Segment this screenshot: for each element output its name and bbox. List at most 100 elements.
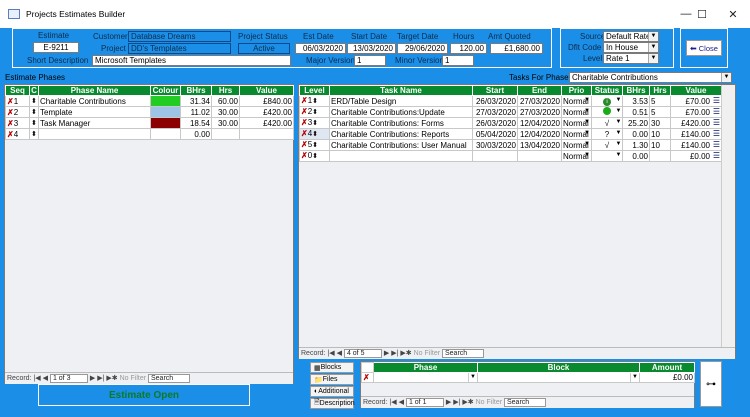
start-cell[interactable]: 26/03/2020 <box>472 117 518 129</box>
col-prio[interactable]: Prio <box>561 85 592 96</box>
chevron-down-icon[interactable]: ▼ <box>615 130 622 139</box>
col-c[interactable]: C <box>29 85 39 96</box>
new-record-button[interactable]: ▶✱ <box>104 375 119 382</box>
chevron-down-icon[interactable]: ▼ <box>468 373 477 382</box>
details-icon[interactable]: ☰ <box>713 119 720 128</box>
chevron-down-icon[interactable]: ▼ <box>584 108 591 117</box>
start-cell[interactable] <box>472 150 518 162</box>
hrs-cell[interactable] <box>211 128 240 140</box>
no-filter-button[interactable]: No Filter <box>120 375 146 382</box>
short-description-field[interactable]: Microsoft Templates <box>92 55 291 66</box>
col-phase-name[interactable]: Phase Name <box>38 85 151 96</box>
phase-name-cell[interactable]: Task Manager <box>38 117 151 129</box>
chevron-down-icon[interactable]: ▼ <box>584 130 591 139</box>
project-status-field[interactable]: Active <box>238 43 290 54</box>
table-row[interactable]: ✗1 ⬍ Charitable Contributions 31.34 60.00 £84… <box>5 95 294 107</box>
chevron-down-icon[interactable]: ▼ <box>648 32 658 41</box>
delete-record-icon[interactable]: ✗ <box>301 108 308 117</box>
hrs-cell[interactable]: 30.00 <box>211 117 240 129</box>
row-selector[interactable]: ✗5⬍ <box>299 139 330 151</box>
search-input[interactable]: Search <box>504 397 546 407</box>
end-cell[interactable]: 13/04/2020 <box>517 139 562 151</box>
task-name-cell[interactable]: Charitable Contributions: Reports <box>329 128 473 140</box>
status-dropdown[interactable]: ▼ <box>591 150 623 162</box>
col-start[interactable]: Start <box>472 85 518 96</box>
no-filter-button[interactable]: No Filter <box>414 350 440 357</box>
phase-dropdown[interactable]: ▼ <box>373 372 478 383</box>
hours-field[interactable]: 120.00 <box>450 43 487 54</box>
table-row[interactable]: ✗5⬍ Charitable Contributions: User Manual… <box>299 139 722 151</box>
move-cell[interactable]: ⬍ <box>29 95 39 107</box>
block-dropdown[interactable]: ▼ <box>477 372 640 383</box>
col-colour[interactable]: Colour <box>150 85 181 96</box>
chevron-down-icon[interactable]: ▼ <box>584 141 591 150</box>
amount-cell[interactable]: £0.00 <box>639 372 695 383</box>
row-selector[interactable]: ✗3⬍ <box>299 117 330 129</box>
row-selector[interactable]: ✗2 <box>5 106 30 118</box>
col-value[interactable]: Value <box>670 85 722 96</box>
col-seq[interactable]: Seq <box>5 85 30 96</box>
end-cell[interactable]: 12/04/2020 <box>517 117 562 129</box>
col-bhrs[interactable]: BHrs <box>180 85 212 96</box>
end-cell[interactable]: 27/03/2020 <box>517 95 562 107</box>
customer-field[interactable]: Database Dreams <box>128 31 231 42</box>
prio-dropdown[interactable]: Normal ▼ <box>561 150 592 162</box>
move-arrows-icon[interactable]: ⬍ <box>31 120 37 127</box>
start-date-field[interactable]: 13/03/2020 <box>347 43 396 54</box>
delete-record-icon[interactable]: ✗ <box>301 141 308 150</box>
delete-record-icon[interactable]: ✗ <box>7 97 14 106</box>
table-row[interactable]: ✗2 ⬍ Template 11.02 30.00 £420.00 <box>5 106 294 118</box>
task-name-cell[interactable]: Charitable Contributions:Update <box>329 106 473 118</box>
chevron-down-icon[interactable]: ▼ <box>615 97 622 106</box>
chevron-down-icon[interactable]: ▼ <box>584 119 591 128</box>
details-icon[interactable]: ☰ <box>713 152 720 161</box>
task-name-cell[interactable]: ERD/Table Design <box>329 95 473 107</box>
table-row[interactable]: ✗0⬍ Normal ▼ ▼ 0.00 £0.00 ☰ <box>299 150 722 162</box>
tasks-for-phase-dropdown[interactable]: Charitable Contributions ▼ <box>569 72 732 83</box>
record-position[interactable]: 1 of 3 <box>49 373 88 383</box>
hrs-cell[interactable]: 5 <box>649 95 671 107</box>
col-status[interactable]: Status <box>591 85 623 96</box>
prio-dropdown[interactable]: Normal ▼ <box>561 95 592 107</box>
chevron-down-icon[interactable]: ▼ <box>615 108 622 117</box>
table-row[interactable]: ✗4 ⬍ 0.00 <box>5 128 294 140</box>
phase-name-cell[interactable]: Template <box>38 106 151 118</box>
first-record-button[interactable]: |◀ <box>33 375 42 382</box>
close-button[interactable]: ⬅ Close <box>686 40 722 56</box>
row-selector[interactable]: ✗0⬍ <box>299 150 330 162</box>
delete-record-icon[interactable]: ✗ <box>301 130 308 139</box>
table-row[interactable]: ✗4⬍ Charitable Contributions: Reports 05/0… <box>299 128 722 140</box>
hrs-cell[interactable]: 30 <box>649 117 671 129</box>
hrs-cell[interactable]: 10 <box>649 139 671 151</box>
prev-record-button[interactable]: ◀ <box>399 399 406 406</box>
col-phase[interactable]: Phase <box>373 362 478 373</box>
chevron-down-icon[interactable]: ▼ <box>615 141 622 150</box>
status-dropdown[interactable]: i ▼ <box>591 95 623 107</box>
first-record-button[interactable]: |◀ <box>389 399 398 406</box>
chevron-down-icon[interactable]: ▼ <box>721 73 731 82</box>
start-cell[interactable]: 30/03/2020 <box>472 139 518 151</box>
start-cell[interactable]: 05/04/2020 <box>472 128 518 140</box>
record-position[interactable]: 4 of 5 <box>343 348 382 358</box>
source-dropdown[interactable]: Default Rate ▼ <box>603 31 659 42</box>
move-arrows-icon[interactable]: ⬍ <box>312 142 318 149</box>
chevron-down-icon[interactable]: ▼ <box>615 152 622 161</box>
structure-button[interactable]: ⊶ <box>700 361 722 407</box>
table-row[interactable]: ✗3 ⬍ Task Manager 18.54 30.00 £420.00 <box>5 117 294 129</box>
table-row[interactable]: ✗2⬍ Charitable Contributions:Update 27/03/… <box>299 106 722 118</box>
col-amount[interactable]: Amount <box>639 362 695 373</box>
move-cell[interactable]: ⬍ <box>29 128 39 140</box>
details-icon[interactable]: ☰ <box>713 97 720 106</box>
close-window-button[interactable]: ✕ <box>718 4 748 24</box>
chevron-down-icon[interactable]: ▼ <box>648 43 658 52</box>
prev-record-button[interactable]: ◀ <box>43 375 50 382</box>
phase-name-cell[interactable] <box>38 128 151 140</box>
colour-cell[interactable] <box>150 106 181 118</box>
level-dropdown[interactable]: Rate 1 ▼ <box>603 53 659 64</box>
new-record-button[interactable]: ▶✱ <box>460 399 475 406</box>
phase-name-cell[interactable]: Charitable Contributions <box>38 95 151 107</box>
col-hrs[interactable]: Hrs <box>211 85 240 96</box>
minor-version-field[interactable]: 1 <box>442 55 474 66</box>
start-cell[interactable]: 26/03/2020 <box>472 95 518 107</box>
move-arrows-icon[interactable]: ⬍ <box>31 109 37 116</box>
